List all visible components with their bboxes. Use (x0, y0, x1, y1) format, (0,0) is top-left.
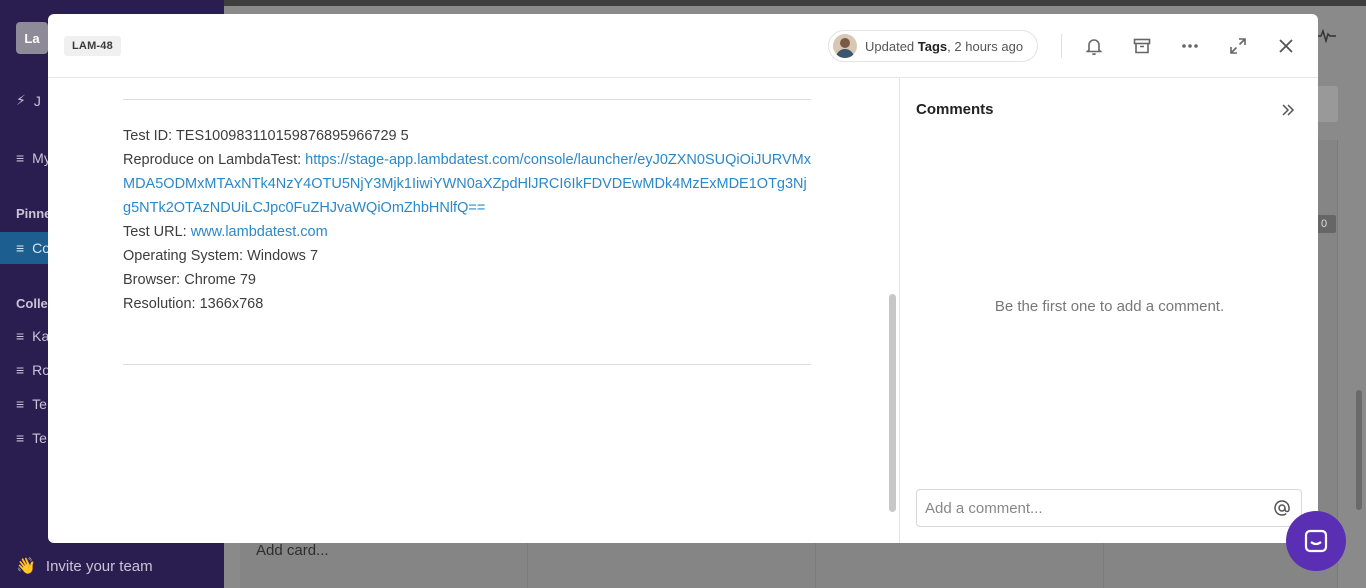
expand-icon[interactable] (1226, 34, 1250, 58)
activity-icon (1316, 28, 1336, 49)
sidebar-item-label: Te (32, 396, 47, 412)
add-card-button: Add card... (256, 542, 329, 559)
modal-header: LAM-48 Updated Tags, 2 hours ago (48, 14, 1318, 78)
activity-prefix: Updated (865, 38, 915, 54)
activity-pill[interactable]: Updated Tags, 2 hours ago (828, 30, 1039, 62)
test-id: Test ID: TES100983110159876895966729 5 (123, 128, 409, 144)
resolution: Resolution: 1366x768 (123, 296, 264, 312)
bell-icon[interactable] (1082, 34, 1106, 58)
comments-panel: Comments Be the first one to add a comme… (899, 78, 1318, 543)
archive-icon[interactable] (1130, 34, 1154, 58)
sidebar-item-label: Te (32, 430, 47, 446)
chat-icon (1304, 529, 1328, 553)
operating-system: Operating System: Windows 7 (123, 248, 319, 264)
test-url-label: Test URL: (123, 224, 191, 240)
divider (123, 364, 811, 365)
list-icon: ≡ (16, 362, 25, 378)
background-topbar (224, 0, 1366, 6)
lightning-icon: ⚡ (16, 92, 26, 108)
invite-label: Invite your team (45, 557, 153, 575)
browser: Browser: Chrome 79 (123, 272, 256, 288)
more-icon[interactable] (1178, 34, 1202, 58)
list-icon: ≡ (16, 150, 25, 166)
invite-team-link: 👋 Invite your team (16, 556, 153, 576)
activity-field: Tags (917, 38, 948, 54)
close-icon[interactable] (1274, 34, 1298, 58)
test-details: Test ID: TES100983110159876895966729 5 R… (123, 124, 813, 316)
empty-comments-message: Be the first one to add a comment. (994, 298, 1225, 315)
list-icon: ≡ (16, 396, 25, 412)
sidebar-item-jump: ⚡ J (16, 92, 41, 109)
list-icon: ≡ (16, 430, 25, 446)
workspace-logo: La (16, 22, 48, 54)
sidebar-item-my: ≡ My (16, 150, 51, 166)
sidebar-item-label: Ka (32, 328, 50, 344)
comment-composer (916, 489, 1302, 527)
header-divider (1061, 34, 1062, 58)
mention-icon[interactable] (1271, 497, 1293, 519)
sidebar-item-collection: ≡ Te (16, 430, 47, 446)
reproduce-line: Reproduce on LambdaTest: https://stage-a… (123, 148, 813, 220)
sidebar-item-label: J (33, 92, 41, 109)
comments-title: Comments (916, 101, 994, 118)
activity-time: , 2 hours ago (947, 38, 1024, 54)
background-scrollbar (1356, 390, 1362, 510)
list-icon: ≡ (16, 328, 25, 344)
content-scrollbar[interactable] (889, 294, 896, 512)
test-url-line: Test URL: www.lambdatest.com (123, 220, 813, 244)
chat-support-button[interactable] (1286, 511, 1346, 571)
list-icon: ≡ (16, 240, 25, 256)
background-field (1318, 86, 1338, 122)
pinned-section-title: Pinne (16, 206, 52, 221)
comment-input[interactable] (925, 499, 1271, 517)
test-url-link[interactable]: www.lambdatest.com (191, 224, 328, 240)
sidebar-item-collection: ≡ Ro (16, 362, 50, 378)
ticket-id-badge[interactable]: LAM-48 (64, 36, 121, 56)
reproduce-label: Reproduce on LambdaTest: (123, 152, 306, 168)
activity-text: Updated Tags, 2 hours ago (865, 39, 1023, 54)
divider (123, 99, 811, 100)
collections-section-title: Colle (16, 296, 48, 311)
ticket-modal: LAM-48 Updated Tags, 2 hours ago Test ID… (48, 14, 1318, 543)
sidebar-item-collection: ≡ Te (16, 396, 47, 412)
sidebar-item-collection: ≡ Ka (16, 328, 49, 344)
collapse-panel-icon[interactable] (1276, 98, 1300, 122)
ticket-description: Test ID: TES100983110159876895966729 5 R… (48, 78, 899, 543)
wave-icon: 👋 (16, 558, 36, 575)
avatar (833, 34, 857, 58)
